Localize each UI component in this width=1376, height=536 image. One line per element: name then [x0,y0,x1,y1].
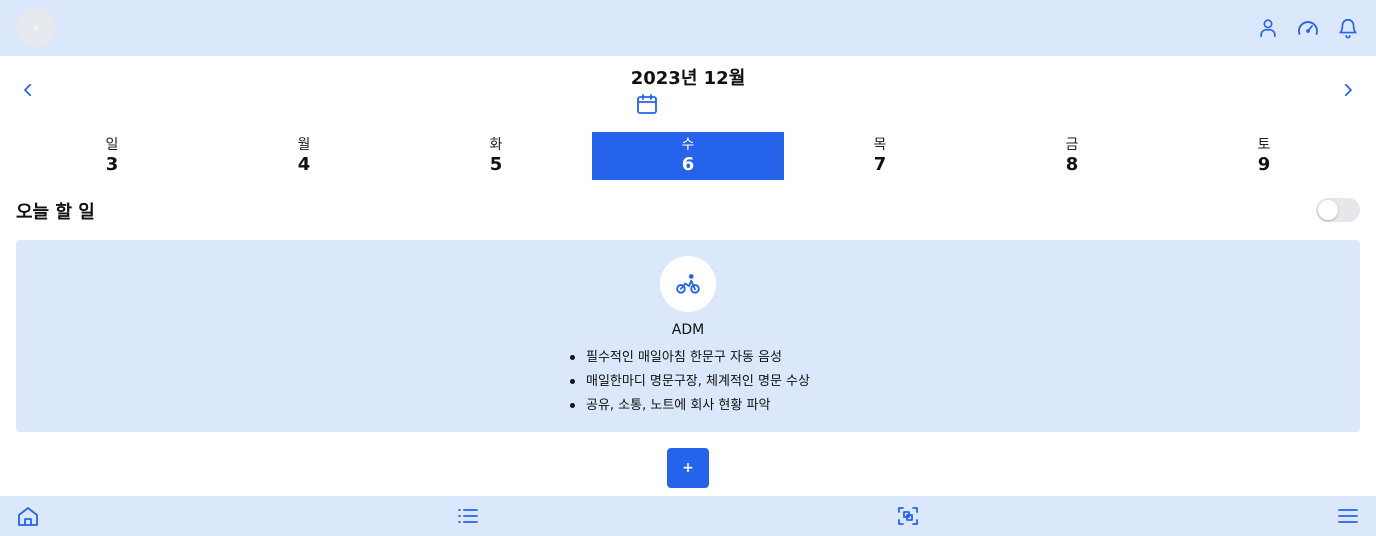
home-icon[interactable] [16,504,40,528]
day-of-week: 금 [1065,137,1079,153]
chevron-right-icon [1344,83,1352,97]
day-number: 5 [489,154,503,175]
day-of-week: 수 [681,137,695,153]
month-title: 2023년 12월 [630,68,746,89]
list-icon[interactable] [456,504,480,528]
day-number: 7 [873,154,887,175]
scan-icon[interactable] [896,504,920,528]
day-of-week: 목 [873,137,887,153]
next-week-button[interactable] [1335,77,1361,103]
day-of-week: 화 [489,137,503,153]
day-sat[interactable]: 토 9 [1168,132,1360,180]
day-sun[interactable]: 일 3 [16,132,208,180]
day-tue[interactable]: 화 5 [400,132,592,180]
day-of-week: 토 [1257,137,1271,153]
bottom-nav [0,496,1376,536]
day-number: 4 [297,154,311,175]
day-number: 6 [681,154,695,175]
bell-icon[interactable] [1334,14,1362,42]
list-item: 매일한마디 명문구장, 체계적인 명문 수상 [570,370,810,394]
day-thu[interactable]: 목 7 [784,132,976,180]
day-wed-selected[interactable]: 수 6 [592,132,784,180]
toggle-knob [1318,200,1338,220]
prev-week-button[interactable] [15,77,41,103]
task-title: ADM [671,322,705,338]
calendar-icon[interactable] [635,92,659,116]
list-item: 공유, 소통, 노트에 회사 현황 파악 [570,394,810,418]
day-number: 8 [1065,154,1079,175]
speedometer-icon[interactable] [1294,14,1322,42]
list-item: 필수적인 매일아침 한문구 자동 음성 [570,346,810,370]
day-of-week: 일 [105,137,119,153]
day-number: 9 [1257,154,1271,175]
section-title: 오늘 할 일 [16,202,95,223]
chevron-left-icon [24,83,32,97]
user-icon[interactable] [1254,14,1282,42]
bicycle-icon [660,256,716,312]
day-mon[interactable]: 월 4 [208,132,400,180]
avatar-placeholder [34,26,38,30]
day-of-week: 월 [297,137,311,153]
day-fri[interactable]: 금 8 [976,132,1168,180]
avatar[interactable] [16,8,56,48]
top-bar [0,0,1376,56]
menu-icon[interactable] [1336,504,1360,528]
add-task-button[interactable]: + [667,448,709,488]
task-description-list: 필수적인 매일아침 한문구 자동 음성 매일한마디 명문구장, 체계적인 명문 … [570,346,810,418]
day-number: 3 [105,154,119,175]
task-card[interactable]: ADM 필수적인 매일아침 한문구 자동 음성 매일한마디 명문구장, 체계적인… [16,240,1360,432]
show-all-toggle[interactable] [1316,198,1360,222]
week-strip: 일 3 월 4 화 5 수 6 목 7 금 8 토 9 [16,132,1360,180]
